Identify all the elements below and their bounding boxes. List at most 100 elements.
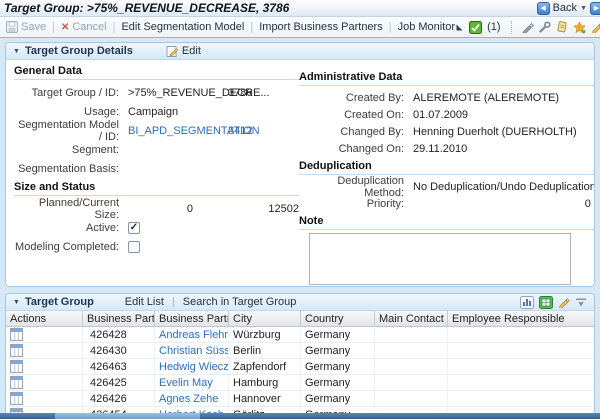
export-spreadsheet-icon[interactable] (539, 296, 553, 309)
cancel-button[interactable]: ✕ Cancel (61, 21, 107, 33)
back-button[interactable]: Back (553, 2, 577, 14)
segmentation-model-link[interactable]: BI_APD_SEGMENTATION (128, 125, 228, 137)
active-checkbox[interactable]: ✓ (128, 222, 140, 234)
field-row: Segmentation Model / ID: BI_APD_SEGMENTA… (14, 121, 299, 140)
overflow-arrow-icon[interactable] (455, 23, 464, 32)
column-header-employee-responsible[interactable]: Employee Responsible (448, 311, 594, 326)
toolbar: Save | ✕ Cancel | Edit Segmentation Mode… (0, 17, 600, 38)
business-partner-link[interactable]: Christian Süss (159, 345, 229, 357)
row-actions-icon[interactable] (10, 360, 23, 373)
collapse-details-icon[interactable]: ▼ (13, 48, 20, 55)
cell-city: Hamburg (229, 375, 301, 390)
field-row: Created By: ALEREMOTE (ALEREMOTE) (299, 89, 595, 106)
wrench-icon[interactable] (539, 21, 551, 33)
business-partner-link[interactable]: Hedwig Wieczorek (159, 361, 229, 373)
cell-main-contact (375, 327, 448, 342)
pencil-icon[interactable] (591, 21, 600, 33)
cell-employee-responsible (448, 375, 594, 390)
cell-city: Zapfendorf (229, 359, 301, 374)
target-group-id-number: 3786 (228, 87, 252, 99)
cell-city: Würzburg (229, 327, 301, 342)
toolbar-separator: | (113, 21, 116, 33)
cell-country: Germany (301, 343, 375, 358)
field-row: Changed By: Henning Duerholt (DUERHOLTH) (299, 123, 595, 140)
field-label: Modeling Completed: (14, 241, 119, 253)
table-panel-title: Target Group (25, 296, 94, 308)
planned-size-value: 0 (128, 203, 193, 215)
cell-country: Germany (301, 359, 375, 374)
pen-icon[interactable] (522, 21, 534, 33)
field-row: Active: ✓ (14, 218, 299, 237)
edit-table-pencil-icon[interactable] (558, 296, 570, 308)
cell-employee-responsible (448, 327, 594, 342)
toolbar-separator: | (250, 21, 253, 33)
title-bar: Target Group: >75%_REVENUE_DECREASE, 378… (0, 0, 600, 17)
business-partner-link[interactable]: Agnes Zehe (159, 393, 218, 405)
business-partner-link[interactable]: Andreas Flehmig (159, 329, 229, 341)
collapse-tray-icon[interactable] (575, 297, 587, 308)
toolbar-separator: | (389, 21, 392, 33)
row-actions-icon[interactable] (10, 344, 23, 357)
administrative-data-title: Administrative Data (299, 68, 595, 86)
back-icon[interactable]: ◀ (537, 2, 550, 15)
table-row: 426430 Christian Süss Berlin Germany (6, 343, 594, 359)
field-label: Active: (14, 222, 119, 234)
field-row: Modeling Completed: (14, 237, 299, 256)
field-row: Target Group / ID: >75%_REVENUE_DECRE...… (14, 83, 299, 102)
cell-country: Germany (301, 375, 375, 390)
cell-employee-responsible (448, 343, 594, 358)
field-row: Changed On: 29.11.2010 (299, 140, 595, 157)
sap-crm-window: Target Group: >75%_REVENUE_DECREASE, 378… (0, 0, 600, 419)
size-status-title: Size and Status (14, 178, 299, 196)
cell-main-contact (375, 359, 448, 374)
note-textarea[interactable] (309, 233, 571, 285)
search-in-target-group-button[interactable]: Search in Target Group (183, 296, 297, 308)
table-icon-group (520, 296, 587, 309)
column-header-business-partner[interactable]: Business Partner (155, 311, 229, 326)
header-separator: | (172, 296, 175, 308)
table-row: 426426 Agnes Zehe Hannover Germany (6, 391, 594, 407)
back-dropdown-icon[interactable]: ▼ (580, 5, 587, 12)
column-header-country[interactable]: Country (301, 311, 375, 326)
cell-employee-responsible (448, 391, 594, 406)
changed-by-value: Henning Duerholt (DUERHOLTH) (413, 126, 577, 138)
column-header-actions[interactable]: Actions (6, 311, 83, 326)
collapse-table-icon[interactable]: ▼ (13, 299, 20, 306)
field-label: Target Group / ID: (14, 87, 119, 99)
tag-icon[interactable] (556, 21, 568, 33)
scrollbar-thumb[interactable] (55, 413, 200, 419)
field-label: Changed On: (299, 143, 404, 155)
status-check-icon[interactable] (469, 21, 482, 34)
chart-icon[interactable] (520, 296, 534, 309)
business-partner-link[interactable]: Evelin May (159, 377, 213, 389)
import-business-partners-button[interactable]: Import Business Partners (259, 21, 383, 33)
row-actions-icon[interactable] (10, 376, 23, 389)
save-button[interactable]: Save (6, 21, 46, 33)
horizontal-scrollbar[interactable] (0, 413, 600, 419)
row-actions-icon[interactable] (10, 392, 23, 405)
column-header-business-partner-id[interactable]: Business Partner ID (83, 311, 155, 326)
modeling-completed-checkbox[interactable] (128, 241, 140, 253)
edit-segmentation-model-button[interactable]: Edit Segmentation Model (121, 21, 244, 33)
usage-value: Campaign (128, 106, 178, 118)
target-group-id-value: >75%_REVENUE_DECRE... (128, 87, 228, 99)
details-panel-title: Target Group Details (25, 45, 133, 57)
general-data-column: General Data Target Group / ID: >75%_REV… (14, 62, 299, 285)
edit-button[interactable]: Edit (166, 45, 201, 58)
save-disk-icon (6, 21, 18, 33)
edit-list-button[interactable]: Edit List (125, 296, 164, 308)
star-icon[interactable] (573, 21, 586, 34)
cell-business-partner-id: 426425 (83, 375, 155, 390)
field-row: Created On: 01.07.2009 (299, 106, 595, 123)
created-on-value: 01.07.2009 (413, 109, 468, 121)
field-label: Usage: (14, 106, 119, 118)
cell-country: Germany (301, 391, 375, 406)
segmentation-model-id-link[interactable]: 3412 (228, 125, 252, 137)
forward-icon[interactable]: ▶ (590, 2, 600, 15)
column-header-main-contact[interactable]: Main Contact (375, 311, 448, 326)
column-header-city[interactable]: City (229, 311, 301, 326)
created-by-value: ALEREMOTE (ALEREMOTE) (413, 92, 559, 104)
row-actions-icon[interactable] (10, 328, 23, 341)
status-count[interactable]: (1) (487, 21, 500, 33)
job-monitor-button[interactable]: Job Monitor (398, 21, 455, 33)
